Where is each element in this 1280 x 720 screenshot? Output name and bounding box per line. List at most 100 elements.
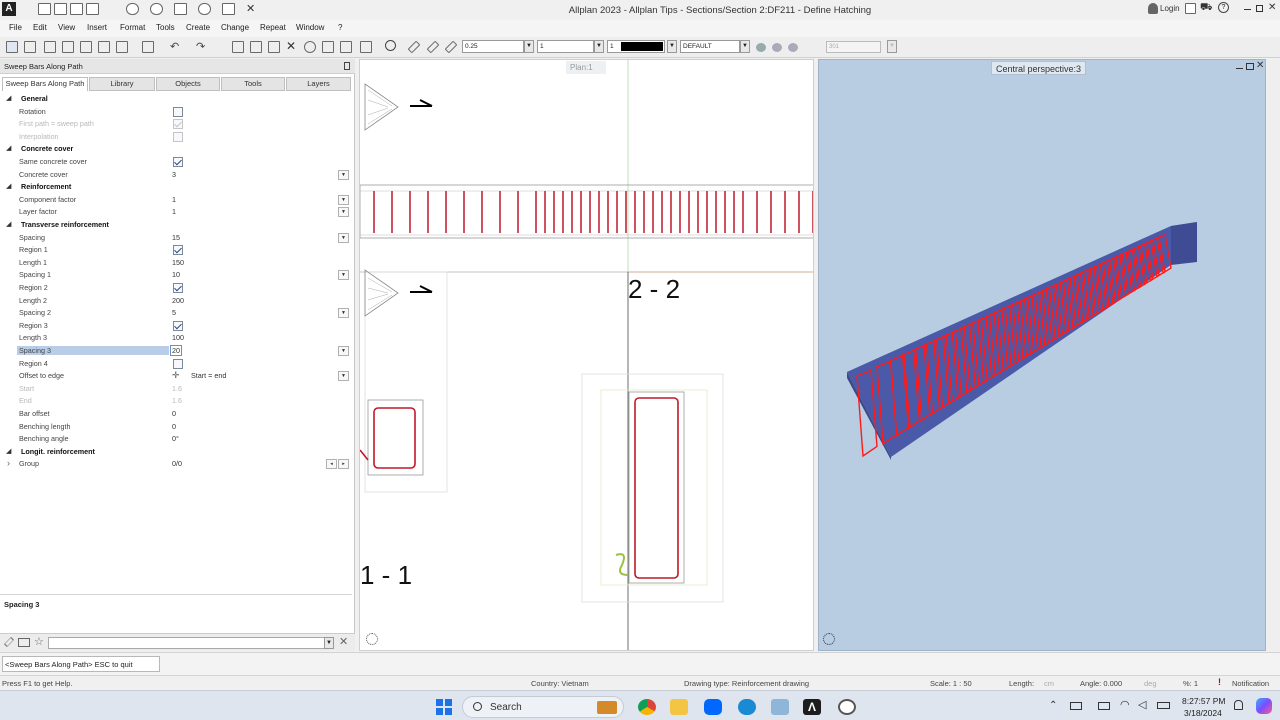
maximize-icon[interactable] (1256, 5, 1263, 12)
dropdown-button[interactable]: ▼ (338, 270, 349, 281)
tool-7-icon[interactable] (116, 41, 128, 53)
checkbox[interactable] (173, 157, 183, 167)
property-value[interactable]: 5 (172, 308, 176, 317)
tray-ime-icon[interactable] (1098, 702, 1110, 710)
tray-keyboard-icon[interactable] (1070, 702, 1082, 710)
checkbox[interactable] (173, 283, 183, 293)
minimize-icon[interactable] (1244, 9, 1251, 10)
property-value[interactable]: 100 (172, 333, 184, 342)
wifi-icon[interactable]: ◠ (1120, 698, 1130, 711)
find-icon[interactable] (385, 40, 396, 51)
color-combo[interactable]: 1 (607, 40, 665, 53)
collapse-arrow-icon[interactable]: ◢ (6, 220, 11, 228)
menu-view[interactable]: View (58, 23, 75, 32)
color-tool-icon[interactable] (444, 40, 458, 54)
tool-10-icon[interactable] (250, 41, 262, 53)
volume-icon[interactable]: ◁ (1138, 698, 1146, 711)
property-row-group[interactable]: › Group 0/0 ◂ ▸ (0, 458, 352, 470)
battery-icon[interactable] (1157, 702, 1170, 709)
layer-dropdown[interactable]: ▼ (740, 40, 750, 53)
offset-icon[interactable]: ✛ (172, 370, 180, 381)
tool-15-icon[interactable] (360, 41, 372, 53)
user-icon[interactable] (1148, 3, 1158, 14)
property-value[interactable]: 200 (172, 296, 184, 305)
dropdown-button[interactable]: ▼ (338, 346, 349, 356)
news-icon[interactable] (1185, 3, 1196, 14)
help-icon[interactable]: ? (1218, 2, 1229, 13)
tool-13-icon[interactable] (322, 41, 334, 53)
group-next-button[interactable]: ▸ (338, 459, 349, 470)
menu-change[interactable]: Change (221, 23, 249, 32)
menu-help[interactable]: ? (338, 23, 342, 32)
onedrive-icon[interactable] (738, 699, 756, 715)
pen-thickness-combo[interactable]: 0.25 (462, 40, 524, 53)
dropdown-button[interactable]: ▼ (338, 207, 349, 218)
scale-dropdown[interactable]: ▼ (887, 40, 897, 53)
section-longit-reinforcement[interactable]: ◢ Longit. reinforcement (0, 446, 352, 458)
color-dropdown[interactable]: ▼ (667, 40, 677, 53)
close-icon[interactable]: ✕ (1268, 2, 1276, 13)
tab-layers[interactable]: Layers (286, 77, 351, 91)
redo-icon[interactable]: ↷ (196, 40, 205, 53)
tool-11-icon[interactable] (268, 41, 280, 53)
settings-icon[interactable]: ✕ (339, 635, 348, 648)
property-value[interactable]: 10 (172, 270, 180, 279)
dropdown-button[interactable]: ▼ (338, 232, 349, 243)
tool-8-icon[interactable] (142, 41, 154, 53)
undo-icon[interactable]: ↶ (170, 40, 179, 53)
folder-icon[interactable] (18, 638, 30, 647)
menu-insert[interactable]: Insert (87, 23, 107, 32)
status-angle-unit[interactable]: deg (1144, 679, 1157, 688)
edit-icon[interactable] (4, 637, 14, 647)
status-scale[interactable]: Scale: 1 : 50 (930, 679, 972, 688)
tool-14-icon[interactable] (340, 41, 352, 53)
section-transverse-reinforcement[interactable]: ◢ Transverse reinforcement (0, 219, 352, 231)
nav-compass-icon[interactable] (366, 633, 378, 645)
checkbox[interactable] (173, 106, 183, 117)
property-value[interactable]: 150 (172, 258, 184, 267)
layer-tool-3-icon[interactable] (788, 43, 798, 52)
pin-icon[interactable] (344, 62, 350, 70)
photos-icon[interactable] (771, 699, 789, 715)
app-task-icon[interactable] (838, 699, 856, 715)
command-prompt[interactable]: <Sweep Bars Along Path> ESC to quit (2, 656, 160, 672)
property-value[interactable]: 0 (172, 409, 176, 418)
chrome-icon[interactable] (638, 699, 656, 715)
section-reinforcement[interactable]: ◢ Reinforcement (0, 181, 352, 193)
menu-window[interactable]: Window (296, 23, 324, 32)
collapse-arrow-icon[interactable]: ◢ (6, 144, 11, 152)
tab-library[interactable]: Library (89, 77, 155, 91)
dropdown-button[interactable]: ▼ (338, 194, 349, 205)
notification-bell-icon[interactable] (1234, 700, 1243, 710)
line-type-combo[interactable]: 1 (537, 40, 594, 53)
plan-viewport[interactable]: Plan:1 2 - 2 1 - 1 (359, 59, 814, 651)
line-type-dropdown[interactable]: ▼ (594, 40, 604, 53)
allplan-task-icon[interactable]: Λ (803, 699, 821, 715)
property-value[interactable]: 20 (170, 345, 182, 356)
dropdown-button[interactable]: ▼ (338, 169, 349, 180)
nav-compass-3d-icon[interactable] (823, 633, 835, 645)
property-value[interactable]: 0° (172, 434, 179, 443)
collapse-arrow-icon[interactable]: ◢ (6, 447, 11, 455)
tool-6-icon[interactable] (98, 41, 110, 53)
taskbar-search[interactable]: Search (462, 696, 624, 718)
clock-date[interactable]: 3/18/2024 (1184, 708, 1222, 718)
layer-tool-2-icon[interactable] (772, 43, 782, 52)
property-value[interactable]: Start = end (191, 371, 226, 380)
clock-time[interactable]: 8:27:57 PM (1182, 696, 1225, 706)
property-value[interactable]: 0 (172, 422, 176, 431)
scale-field[interactable]: 301 (826, 41, 881, 53)
property-value[interactable]: 1 (172, 207, 176, 216)
property-value[interactable]: 15 (172, 233, 180, 242)
pen-thickness-dropdown[interactable]: ▼ (524, 40, 534, 53)
pen-tool-icon[interactable] (407, 40, 421, 54)
menu-format[interactable]: Format (120, 23, 145, 32)
perspective-viewport[interactable]: Central perspective:3 ✕ (818, 59, 1266, 651)
collapse-arrow-icon[interactable]: ◢ (6, 94, 11, 102)
favorites-icon[interactable]: ☆ (34, 635, 44, 648)
section-general[interactable]: ◢ General (0, 93, 352, 105)
delete-tool-icon[interactable]: ✕ (286, 39, 296, 53)
tool-5-icon[interactable] (80, 41, 92, 53)
windows-start-icon[interactable] (436, 699, 452, 715)
property-value[interactable]: 0/0 (172, 459, 182, 468)
